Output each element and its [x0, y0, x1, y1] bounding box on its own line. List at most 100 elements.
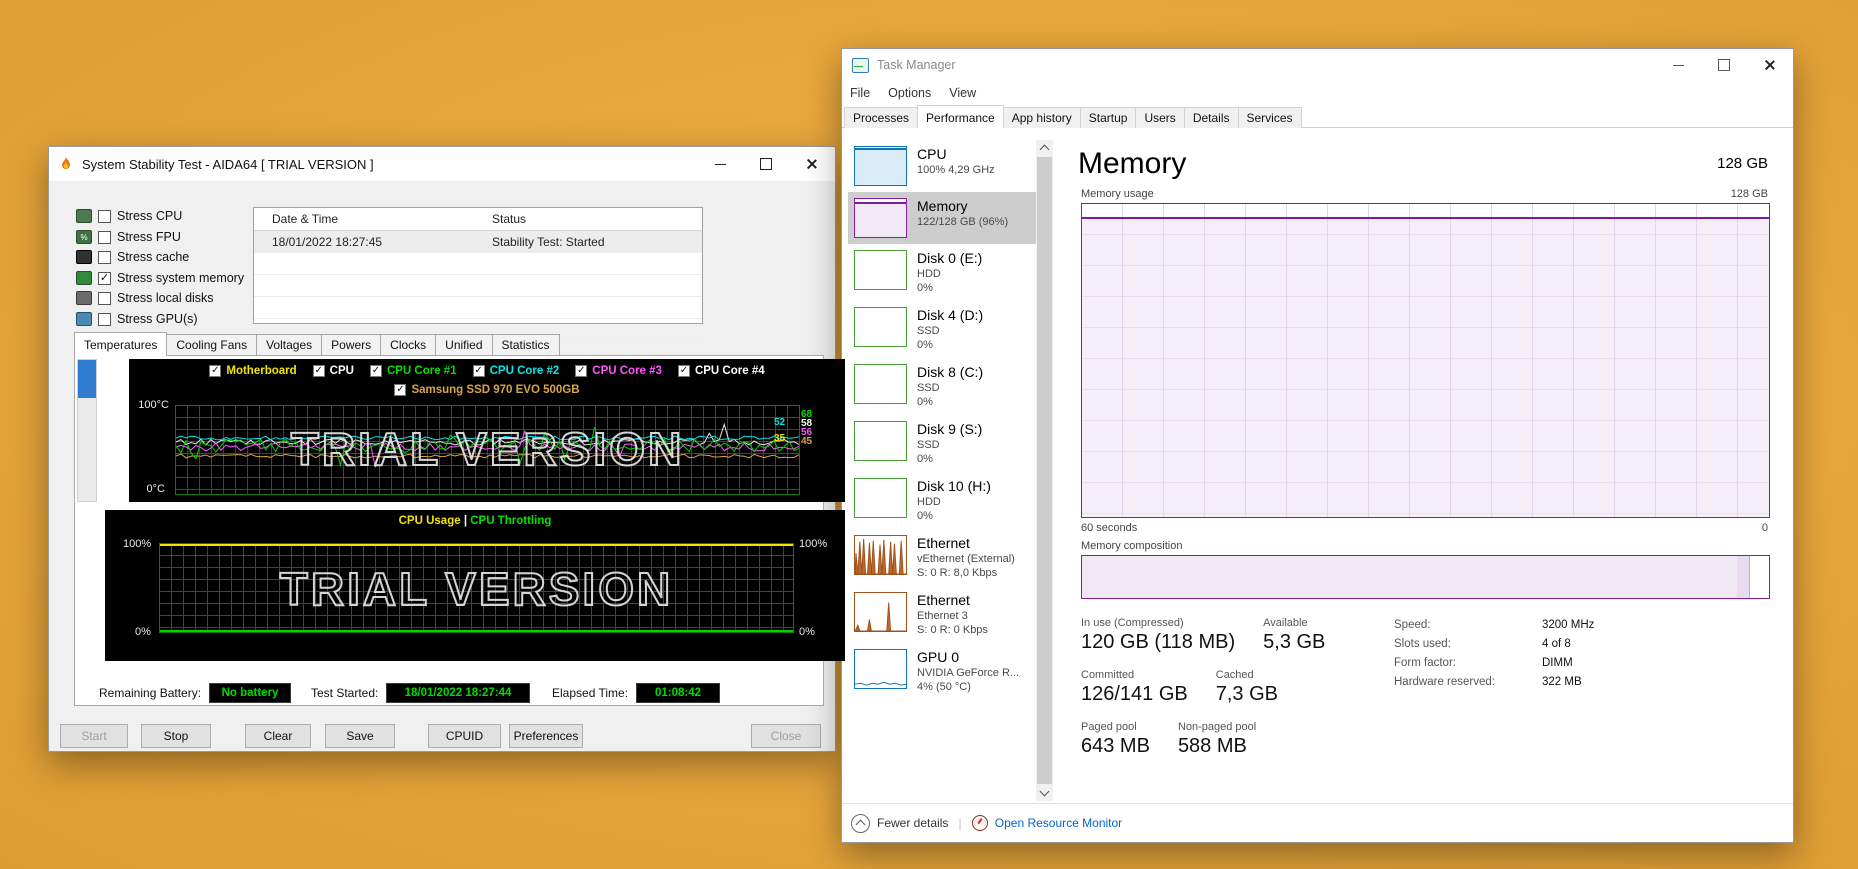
test-started-value: 18/01/2022 18:27:44: [386, 683, 530, 703]
aida-titlebar[interactable]: System Stability Test - AIDA64 [ TRIAL V…: [49, 147, 835, 181]
sidebar-item-disk-9[interactable]: Disk 9 (S:) SSD 0%: [848, 415, 1036, 472]
sidebar-item-ethernet-2[interactable]: Ethernet Ethernet 3 S: 0 R: 0 Kbps: [848, 586, 1036, 643]
sidebar-item-disk-0[interactable]: Disk 0 (E:) HDD 0%: [848, 244, 1036, 301]
sidebar-scrollbar-thumb[interactable]: [1037, 157, 1052, 784]
tab-voltages[interactable]: Voltages: [256, 334, 322, 356]
sidebar-item-ethernet-1[interactable]: Ethernet vEthernet (External) S: 0 R: 8,…: [848, 529, 1036, 586]
tab-unified[interactable]: Unified: [435, 334, 492, 356]
trial-watermark: TRIAL VERSION: [160, 562, 793, 616]
sidebar-item-cpu[interactable]: CPU 100% 4,29 GHz: [848, 140, 1036, 192]
aida-close-button[interactable]: [789, 147, 835, 181]
stress-gpu-option[interactable]: Stress GPU(s): [76, 310, 198, 328]
save-button[interactable]: Save: [325, 724, 395, 748]
aida-minimize-button[interactable]: [697, 147, 743, 181]
stress-cpu-option[interactable]: Stress CPU: [76, 207, 182, 225]
cpuid-button[interactable]: CPUID: [428, 724, 501, 748]
resource-monitor-icon: [972, 815, 988, 831]
elapsed-time-value: 01:08:42: [636, 683, 720, 703]
tab-statistics[interactable]: Statistics: [492, 334, 560, 356]
sidebar-item-memory[interactable]: Memory 122/128 GB (96%): [848, 192, 1036, 244]
tab-startup[interactable]: Startup: [1080, 107, 1137, 128]
tab-services[interactable]: Services: [1238, 107, 1302, 128]
log-row-empty: [254, 253, 702, 275]
tab-temperatures[interactable]: Temperatures: [74, 332, 167, 356]
stress-disks-checkbox[interactable]: [98, 292, 111, 305]
stress-cpu-checkbox[interactable]: [98, 210, 111, 223]
legend-cpu-core-2[interactable]: ✓CPU Core #2: [473, 365, 560, 377]
cpu-usage-chart: CPU Usage | CPU Throttling 100% 0% 100% …: [105, 510, 845, 661]
sidebar-item-disk-10[interactable]: Disk 10 (H:) HDD 0%: [848, 472, 1036, 529]
legend-cpu-core-4[interactable]: ✓CPU Core #4: [678, 365, 765, 377]
legend-cpu-core-1[interactable]: ✓CPU Core #1: [370, 365, 457, 377]
legend-cpu[interactable]: ✓CPU: [313, 365, 354, 377]
tm-close-button[interactable]: [1747, 49, 1793, 81]
tab-details[interactable]: Details: [1184, 107, 1239, 128]
sidebar-item-gpu-0[interactable]: GPU 0 NVIDIA GeForce R... 4% (50 °C): [848, 643, 1036, 700]
memory-usage-label: Memory usage: [1081, 188, 1154, 200]
tab-cooling-fans[interactable]: Cooling Fans: [166, 334, 257, 356]
temp-value: 35: [774, 433, 785, 444]
sidebar-scrollbar[interactable]: [1036, 140, 1053, 801]
stop-button[interactable]: Stop: [141, 724, 211, 748]
tab-powers[interactable]: Powers: [321, 334, 381, 356]
tm-titlebar[interactable]: Task Manager: [842, 49, 1793, 81]
memory-composition-bar[interactable]: [1081, 555, 1770, 599]
menu-options[interactable]: Options: [888, 86, 931, 100]
log-col-status[interactable]: Status: [486, 212, 702, 226]
aida-maximize-button[interactable]: [743, 147, 789, 181]
tm-footer: Fewer details | Open Resource Monitor: [842, 803, 1793, 842]
temperatures-tab-panel: ✓Motherboard ✓CPU ✓CPU Core #1 ✓CPU Core…: [74, 355, 824, 706]
stress-memory-checkbox[interactable]: ✓: [98, 272, 111, 285]
stress-fpu-checkbox[interactable]: [98, 231, 111, 244]
memory-usage-line: [1082, 217, 1769, 219]
menu-view[interactable]: View: [949, 86, 976, 100]
memory-properties: Speed: 3200 MHz Slots used: 4 of 8 Form …: [1394, 619, 1594, 695]
tm-tabs: Processes Performance App history Startu…: [844, 104, 1301, 128]
scroll-up-icon[interactable]: [1040, 144, 1048, 152]
start-button[interactable]: Start: [60, 724, 128, 748]
tab-processes[interactable]: Processes: [844, 107, 918, 128]
gpu-mini-graph: [854, 649, 907, 689]
performance-sidebar: CPU 100% 4,29 GHz Memory 122/128 GB (96%…: [848, 140, 1036, 700]
log-row[interactable]: 18/01/2022 18:27:45 Stability Test: Star…: [254, 231, 702, 253]
tm-minimize-button[interactable]: [1655, 49, 1701, 81]
chevron-up-icon[interactable]: [851, 814, 870, 833]
cache-chip-icon: [76, 250, 92, 264]
stress-cache-option[interactable]: Stress cache: [76, 248, 189, 266]
prop-hardware-reserved: Hardware reserved: 322 MB: [1394, 676, 1594, 688]
sidebar-item-disk-4[interactable]: Disk 4 (D:) SSD 0%: [848, 301, 1036, 358]
legend-motherboard[interactable]: ✓Motherboard: [209, 365, 296, 377]
cpu-throttling-line: [160, 630, 793, 632]
temp-plot-area: TRIAL VERSION: [175, 405, 800, 495]
cpu-usage-line: [160, 544, 793, 546]
scrollbar-thumb[interactable]: [78, 360, 96, 398]
stress-cache-checkbox[interactable]: [98, 251, 111, 264]
tab-users[interactable]: Users: [1135, 107, 1184, 128]
cpu-axis-right-max: 100%: [799, 538, 827, 550]
battery-value: No battery: [209, 683, 291, 703]
stress-gpu-checkbox[interactable]: [98, 313, 111, 326]
legend-ssd[interactable]: ✓Samsung SSD 970 EVO 500GB: [394, 384, 579, 396]
memory-total: 128 GB: [1717, 155, 1768, 172]
legend-cpu-core-3[interactable]: ✓CPU Core #3: [575, 365, 662, 377]
tab-app-history[interactable]: App history: [1003, 107, 1081, 128]
tab-performance[interactable]: Performance: [917, 105, 1004, 128]
stress-disks-option[interactable]: Stress local disks: [76, 289, 214, 307]
cpu-chart-header: CPU Usage | CPU Throttling: [105, 515, 845, 527]
tm-maximize-button[interactable]: [1701, 49, 1747, 81]
close-button[interactable]: Close: [751, 724, 821, 748]
chart-vertical-scrollbar[interactable]: [77, 359, 97, 502]
stress-fpu-option[interactable]: % Stress FPU: [76, 228, 181, 246]
stress-memory-option[interactable]: ✓ Stress system memory: [76, 269, 244, 287]
open-resource-monitor-link[interactable]: Open Resource Monitor: [995, 816, 1122, 830]
cpu-mini-graph: [854, 146, 907, 186]
tab-clocks[interactable]: Clocks: [380, 334, 436, 356]
preferences-button[interactable]: Preferences: [509, 724, 583, 748]
scroll-down-icon[interactable]: [1040, 789, 1048, 797]
sidebar-item-disk-8[interactable]: Disk 8 (C:) SSD 0%: [848, 358, 1036, 415]
menu-file[interactable]: File: [850, 86, 870, 100]
clear-button[interactable]: Clear: [245, 724, 311, 748]
fewer-details-button[interactable]: Fewer details: [877, 816, 948, 830]
log-col-datetime[interactable]: Date & Time: [254, 212, 486, 226]
task-manager-window: Task Manager File Options View Processes…: [841, 48, 1794, 843]
